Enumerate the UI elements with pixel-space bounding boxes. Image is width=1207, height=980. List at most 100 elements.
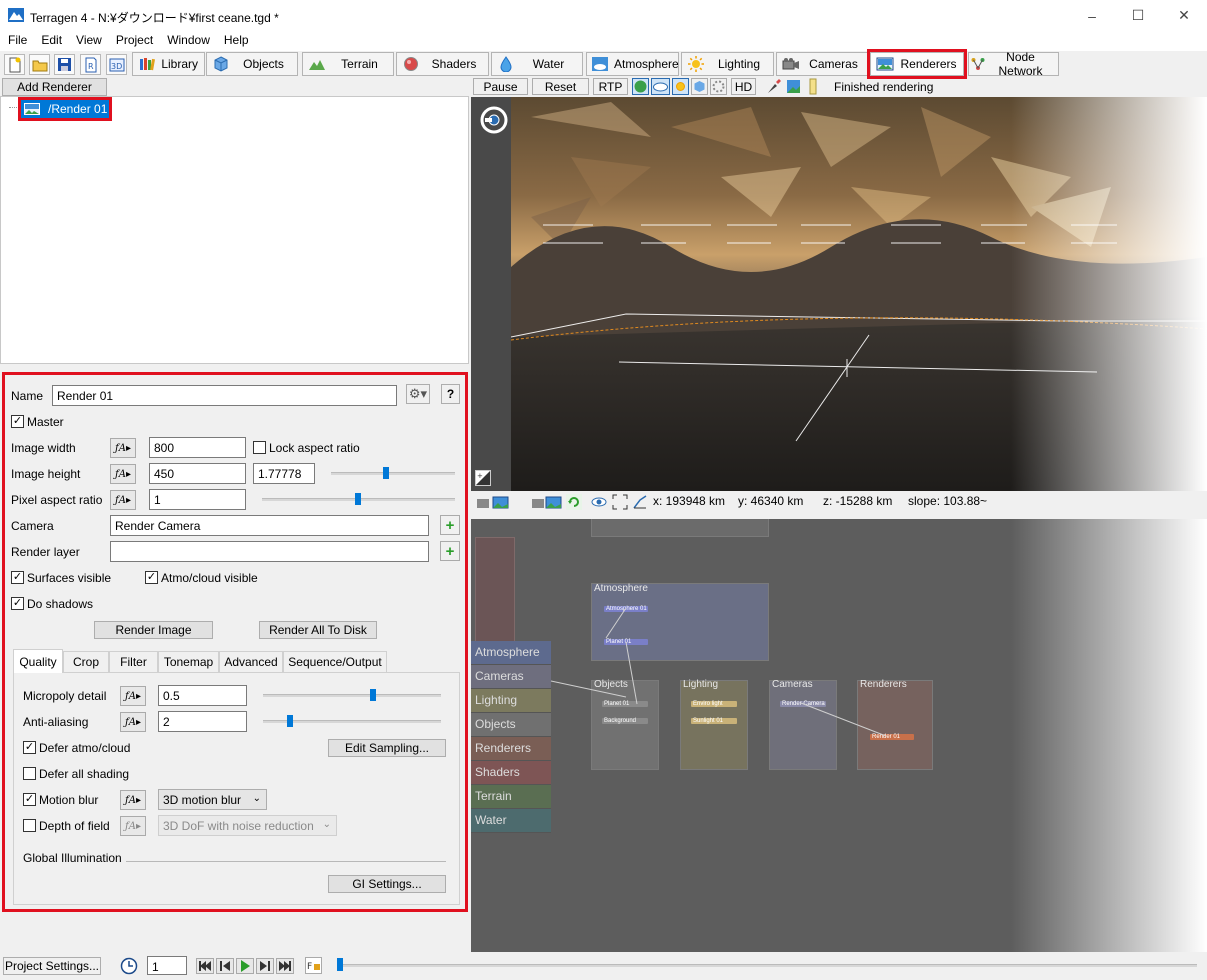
tab-sequence-output[interactable]: Sequence/Output — [283, 651, 387, 672]
tree-item-render-01[interactable]: /Render 01 — [18, 97, 112, 121]
tab-tonemap[interactable]: Tonemap — [158, 651, 219, 672]
atmo-visible-checkbox[interactable]: ✓ — [145, 571, 158, 584]
menu-window[interactable]: Window — [159, 31, 210, 51]
lighting-toggle-button[interactable] — [672, 78, 689, 95]
antialiasing-input[interactable]: 2 — [158, 711, 247, 732]
render-preview-button[interactable] — [531, 494, 565, 510]
refresh-button[interactable] — [566, 494, 582, 510]
timeline-slider[interactable] — [337, 964, 1197, 967]
first-frame-button[interactable] — [196, 958, 214, 974]
micropoly-slider[interactable] — [263, 694, 441, 697]
tab-objects[interactable]: Objects — [206, 52, 298, 76]
objects-toggle-button[interactable] — [691, 78, 708, 95]
clock-button[interactable] — [120, 957, 138, 975]
render-layer-add-button[interactable]: + — [440, 541, 460, 561]
prev-frame-button[interactable] — [216, 958, 234, 974]
crop-button[interactable] — [785, 78, 802, 95]
exposure-button[interactable] — [808, 78, 820, 95]
render-doc-button[interactable]: R — [80, 54, 101, 75]
antialiasing-function-button[interactable]: ƒA▸ — [120, 712, 146, 732]
dof-select[interactable]: 3D DoF with noise reduction ⌄ — [158, 815, 337, 836]
menu-project[interactable]: Project — [108, 31, 153, 51]
motion-blur-function-button[interactable]: ƒA▸ — [120, 790, 146, 810]
aspect-ratio-slider[interactable] — [331, 472, 455, 475]
tab-node-network[interactable]: Node Network — [968, 50, 1059, 78]
close-button[interactable]: ✕ — [1161, 0, 1207, 31]
motion-blur-checkbox[interactable]: ✓ — [23, 793, 36, 806]
help-button[interactable]: ? — [441, 384, 460, 404]
reset-button[interactable]: Reset — [532, 78, 589, 95]
camera-preview-button[interactable] — [476, 494, 510, 510]
pixel-aspect-slider-thumb[interactable] — [355, 493, 361, 505]
menu-edit[interactable]: Edit — [33, 31, 62, 51]
tab-library[interactable]: Library — [132, 52, 205, 76]
tab-water[interactable]: Water — [491, 52, 583, 76]
save-button[interactable] — [54, 54, 75, 75]
master-checkbox[interactable]: ✓ — [11, 415, 24, 428]
tab-atmosphere[interactable]: Atmosphere — [586, 52, 679, 76]
micropoly-function-button[interactable]: ƒA▸ — [120, 686, 146, 706]
tab-cameras[interactable]: Cameras — [776, 52, 868, 76]
aspect-ratio-slider-thumb[interactable] — [383, 467, 389, 479]
micropoly-slider-thumb[interactable] — [370, 689, 376, 701]
frame-rate-button[interactable]: F — [305, 957, 322, 974]
play-button[interactable] — [236, 958, 254, 974]
settings-menu-button[interactable]: ⚙▾ — [406, 384, 430, 404]
do-shadows-checkbox[interactable]: ✓ — [11, 597, 24, 610]
next-frame-button[interactable] — [256, 958, 274, 974]
aspect-ratio-input[interactable]: 1.77778 — [253, 463, 315, 484]
camera-input[interactable]: Render Camera — [110, 515, 429, 536]
3d-preview-button[interactable]: 3D — [106, 54, 127, 75]
render-layer-input[interactable] — [110, 541, 429, 562]
last-frame-button[interactable] — [276, 958, 294, 974]
motion-blur-select[interactable]: 3D motion blur ⌄ — [158, 789, 267, 810]
brush-button[interactable] — [765, 78, 782, 95]
render-viewport[interactable]: + — [471, 97, 1207, 491]
defer-all-shading-checkbox[interactable] — [23, 767, 36, 780]
image-width-input[interactable]: 800 — [149, 437, 246, 458]
visibility-button[interactable] — [591, 494, 607, 510]
navigation-widget[interactable] — [479, 105, 509, 135]
render-image-button[interactable]: Render Image — [94, 621, 213, 639]
camera-add-button[interactable]: + — [440, 515, 460, 535]
exposure-toggle[interactable]: + — [475, 470, 491, 486]
dof-function-button[interactable]: ƒA▸ — [120, 816, 146, 836]
pixel-aspect-function-button[interactable]: ƒA▸ — [110, 490, 136, 510]
open-file-button[interactable] — [29, 54, 50, 75]
name-input[interactable]: Render 01 — [52, 385, 397, 406]
pixel-aspect-input[interactable]: 1 — [149, 489, 246, 510]
minimize-button[interactable]: – — [1069, 0, 1115, 31]
antialiasing-slider-thumb[interactable] — [287, 715, 293, 727]
surfaces-visible-checkbox[interactable]: ✓ — [11, 571, 24, 584]
tab-crop[interactable]: Crop — [63, 651, 109, 672]
frame-input[interactable]: 1 — [147, 956, 187, 975]
image-height-function-button[interactable]: ƒA▸ — [110, 464, 136, 484]
new-file-button[interactable] — [4, 54, 25, 75]
lock-aspect-checkbox[interactable] — [253, 441, 266, 454]
menu-view[interactable]: View — [68, 31, 102, 51]
frame-button[interactable] — [612, 494, 628, 510]
micropoly-input[interactable]: 0.5 — [158, 685, 247, 706]
project-settings-button[interactable]: Project Settings... — [3, 957, 101, 975]
tab-renderers[interactable]: Renderers — [867, 49, 967, 79]
tab-filter[interactable]: Filter — [109, 651, 158, 672]
tab-quality[interactable]: Quality — [13, 649, 63, 673]
menu-help[interactable]: Help — [216, 31, 249, 51]
tab-lighting[interactable]: Lighting — [681, 52, 774, 76]
defer-atmo-checkbox[interactable]: ✓ — [23, 741, 36, 754]
render-all-to-disk-button[interactable]: Render All To Disk — [259, 621, 377, 639]
tab-terrain[interactable]: Terrain — [302, 52, 394, 76]
image-width-function-button[interactable]: ƒA▸ — [110, 438, 136, 458]
gi-settings-button[interactable]: GI Settings... — [328, 875, 446, 893]
maximize-button[interactable]: ☐ — [1115, 0, 1161, 31]
timeline-slider-thumb[interactable] — [337, 958, 343, 971]
slope-button[interactable] — [632, 494, 648, 510]
image-height-input[interactable]: 450 — [149, 463, 246, 484]
add-renderer-button[interactable]: Add Renderer — [2, 78, 107, 96]
edit-sampling-button[interactable]: Edit Sampling... — [328, 739, 446, 757]
tab-advanced[interactable]: Advanced — [219, 651, 283, 672]
pause-button[interactable]: Pause — [473, 78, 528, 95]
surfaces-toggle-button[interactable] — [632, 78, 649, 95]
node-network-view[interactable]: Atmosphere Cameras Lighting Objects Rend… — [471, 519, 1207, 952]
rtp-button[interactable]: RTP — [593, 78, 628, 95]
